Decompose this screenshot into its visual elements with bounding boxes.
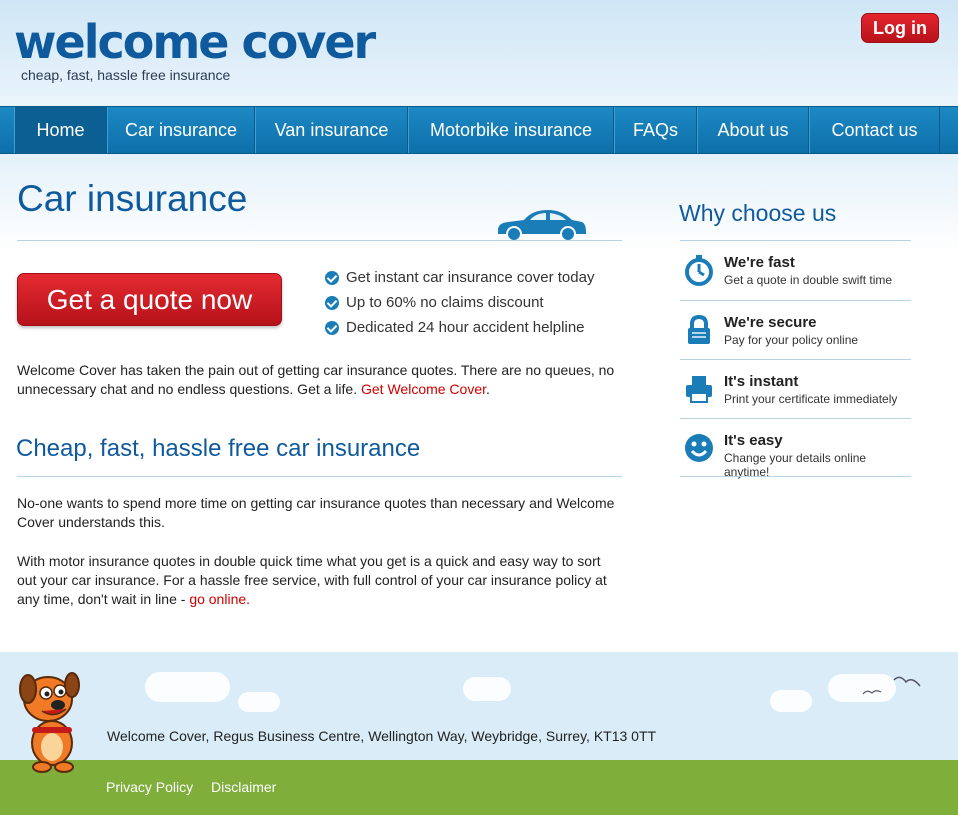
nav-item-van-insurance[interactable]: Van insurance bbox=[255, 107, 408, 153]
feature-text: Get instant car insurance cover today bbox=[346, 268, 595, 286]
section-divider bbox=[17, 476, 622, 477]
body-paragraph-2: With motor insurance quotes in double qu… bbox=[17, 553, 607, 607]
stopwatch-icon bbox=[685, 255, 713, 286]
sidebar-item-fast: We're fast Get a quote in double swift t… bbox=[680, 240, 911, 299]
sidebar-item-title: We're secure bbox=[724, 314, 817, 331]
feature-item: Up to 60% no claims discount bbox=[325, 290, 594, 315]
feature-item: Get instant car insurance cover today bbox=[325, 265, 594, 290]
cloud-decoration bbox=[770, 690, 812, 712]
nav-item-car-insurance[interactable]: Car insurance bbox=[107, 107, 255, 153]
site-tagline: cheap, fast, hassle free insurance bbox=[21, 67, 231, 83]
sidebar-divider bbox=[680, 476, 911, 477]
nav-item-home[interactable]: Home bbox=[14, 107, 107, 153]
printer-icon bbox=[686, 376, 712, 403]
sidebar-item-instant: It's instant Print your certificate imme… bbox=[680, 359, 911, 418]
sidebar-item-secure: We're secure Pay for your policy online bbox=[680, 300, 911, 359]
nav-item-faqs[interactable]: FAQs bbox=[614, 107, 697, 153]
feature-text: Dedicated 24 hour accident helpline bbox=[346, 318, 585, 336]
title-divider bbox=[17, 240, 622, 241]
nav-item-about-us[interactable]: About us bbox=[697, 107, 809, 153]
bird-icon bbox=[862, 690, 882, 695]
nav-item-contact-us[interactable]: Contact us bbox=[809, 107, 940, 153]
check-icon bbox=[325, 295, 339, 310]
site-logo[interactable]: welcome cover bbox=[14, 14, 376, 70]
car-icon bbox=[498, 210, 586, 242]
main-nav: Home Car insurance Van insurance Motorbi… bbox=[0, 106, 958, 154]
cloud-decoration bbox=[463, 677, 511, 701]
get-quote-button[interactable]: Get a quote now bbox=[17, 273, 282, 326]
body-paragraph-1: No-one wants to spend more time on getti… bbox=[17, 495, 615, 530]
sidebar-item-subtitle: Pay for your policy online bbox=[724, 333, 859, 347]
nav-item-motorbike-insurance[interactable]: Motorbike insurance bbox=[408, 107, 614, 153]
go-online-link[interactable]: go online bbox=[189, 591, 246, 607]
check-icon bbox=[325, 320, 339, 335]
body-paragraph-2-text: With motor insurance quotes in double qu… bbox=[17, 553, 607, 607]
lock-icon bbox=[688, 314, 710, 344]
sidebar-item-subtitle: Change your details online anytime! bbox=[724, 451, 867, 479]
site-header: welcome cover cheap, fast, hassle free i… bbox=[0, 0, 958, 106]
sidebar-item-easy: It's easy Change your details online any… bbox=[680, 418, 911, 479]
dog-mascot-icon bbox=[19, 672, 80, 773]
login-button[interactable]: Log in bbox=[861, 13, 939, 43]
feature-text: Up to 60% no claims discount bbox=[346, 293, 544, 311]
feature-item: Dedicated 24 hour accident helpline bbox=[325, 315, 594, 340]
disclaimer-link[interactable]: Disclaimer bbox=[211, 779, 276, 795]
intro-text: Welcome Cover has taken the pain out of … bbox=[17, 362, 615, 397]
cloud-decoration bbox=[145, 672, 230, 702]
smiley-icon bbox=[685, 434, 713, 462]
cloud-decoration bbox=[238, 692, 280, 712]
sidebar-item-subtitle: Get a quote in double swift time bbox=[724, 273, 893, 287]
sidebar-item-subtitle: Print your certificate immediately bbox=[724, 392, 898, 406]
sidebar-item-title: It's easy bbox=[724, 432, 783, 449]
intro-paragraph: Welcome Cover has taken the pain out of … bbox=[17, 362, 615, 397]
sidebar-item-title: It's instant bbox=[724, 373, 799, 390]
sidebar-title: Why choose us bbox=[679, 200, 837, 226]
check-icon bbox=[325, 270, 339, 285]
bird-icon bbox=[893, 676, 921, 687]
features-list: Get instant car insurance cover today Up… bbox=[325, 265, 594, 340]
page-title: Car insurance bbox=[17, 178, 248, 219]
get-welcome-cover-link[interactable]: Get Welcome Cover bbox=[361, 381, 486, 397]
sidebar-item-title: We're fast bbox=[724, 254, 795, 271]
privacy-policy-link[interactable]: Privacy Policy bbox=[106, 779, 193, 795]
footer-address: Welcome Cover, Regus Business Centre, We… bbox=[107, 728, 657, 744]
section-heading: Cheap, fast, hassle free car insurance bbox=[16, 435, 421, 462]
